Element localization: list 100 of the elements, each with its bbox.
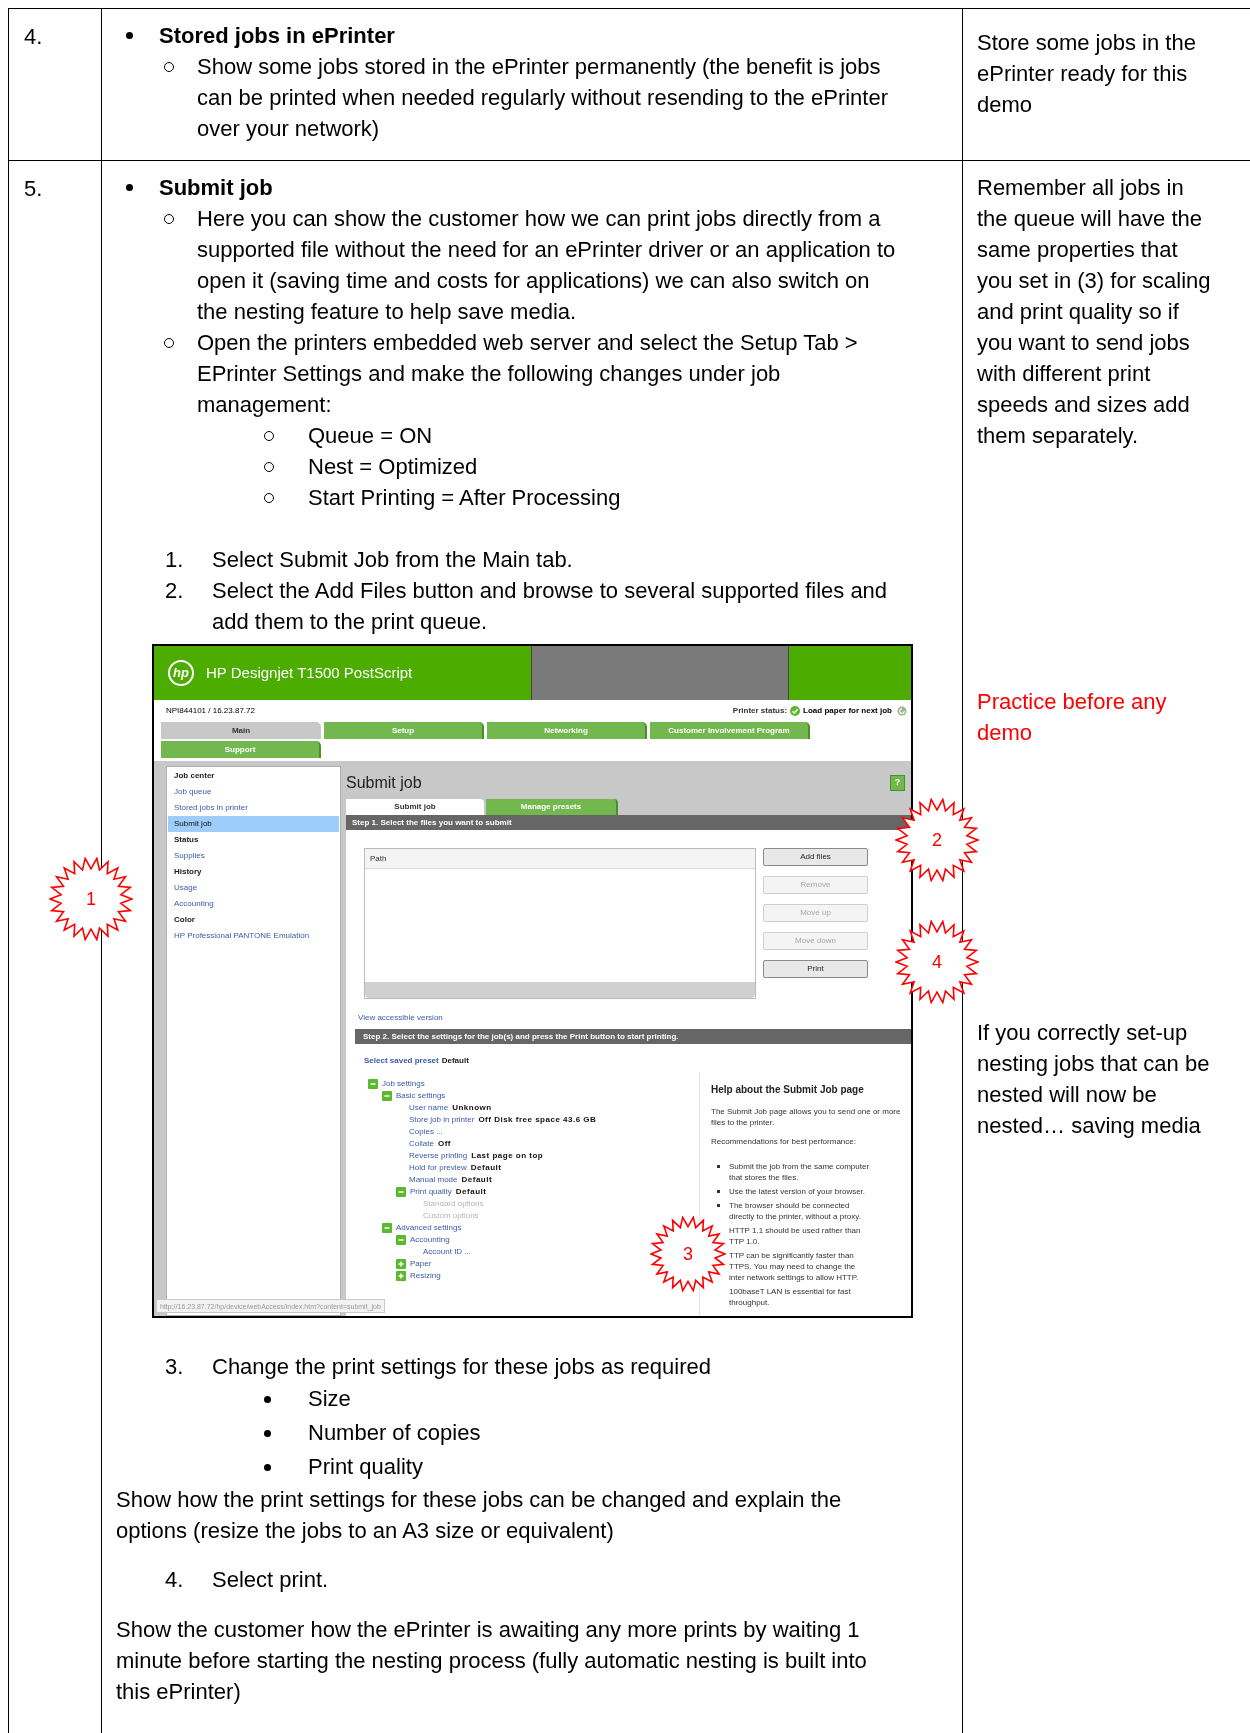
bullet-text: Queue = ON — [308, 422, 433, 450]
bullet-icon — [264, 1464, 271, 1471]
paragraph: Show the customer how the ePrinter is awaiting any more prints by waiting 1 minute before starting the nesting process (fully automatic nesting is built into this ePrinter) — [115, 1616, 868, 1706]
expand-icon[interactable] — [396, 1271, 406, 1281]
setting-link: Standard options — [423, 1198, 484, 1210]
bullet-text: Size — [308, 1385, 351, 1413]
paragraph: Show how the print settings for these jobs can be changed and explain the options (resize the jobs to an A3 size or equivalent) — [115, 1486, 843, 1545]
row-number: 4. — [24, 23, 44, 51]
bullet-icon — [126, 184, 133, 191]
bullet-text: Nest = Optimized — [308, 453, 478, 481]
step-bar: Step 2. Select the settings for the job(s) and press the Print button to start printing. — [355, 1029, 911, 1044]
sidebar-heading: Status — [173, 834, 200, 846]
collapse-icon[interactable] — [396, 1235, 406, 1245]
setting-link: Custom options — [423, 1210, 479, 1222]
step-text: Select print. — [212, 1566, 329, 1594]
bullet-icon — [264, 1430, 271, 1437]
bullet-text: Show some jobs stored in the ePrinter permanently (the benefit is jobs can be printed when needed regularly without resending to the ePrinter over your network) — [197, 53, 889, 143]
callout-starburst: 3 — [650, 1216, 726, 1292]
scrollbar[interactable] — [365, 982, 755, 998]
status-label: Printer status: — [732, 705, 788, 717]
setting-value: Default — [455, 1186, 487, 1198]
section-heading: Stored jobs in ePrinter — [159, 22, 395, 50]
step-bar: Step 1. Select the files you want to submit — [346, 815, 911, 830]
help-bullet-text: The browser should be connected directly to the printer, without a proxy. — [729, 1200, 861, 1222]
expand-icon[interactable] — [396, 1259, 406, 1269]
collapse-icon[interactable] — [382, 1091, 392, 1101]
setting-link[interactable]: Accounting — [410, 1234, 450, 1246]
help-bullet-text: 100baseT LAN is essential for fast throughput. — [729, 1286, 851, 1308]
setting-link[interactable]: Reverse printing — [409, 1150, 468, 1162]
setting-value: Off Disk free space 43.6 GB — [478, 1114, 597, 1126]
bullet-text: Print quality — [308, 1453, 423, 1481]
setting-link[interactable]: Copies ... — [409, 1126, 443, 1138]
action-button[interactable]: Print — [763, 960, 868, 978]
note-text: If you correctly set-up nesting jobs that can be nested will now be nested… saving media — [977, 1019, 1211, 1140]
step-number: 3. — [165, 1353, 185, 1381]
setting-link[interactable]: Account ID ... — [423, 1246, 472, 1258]
sidebar-link[interactable]: HP Professional PANTONE Emulation — [168, 928, 339, 944]
callout-starburst: 4 — [895, 920, 979, 1004]
file-list[interactable]: Path — [364, 848, 756, 999]
preset-link[interactable]: Select saved preset — [364, 1055, 439, 1067]
step-text: Select Submit Job from the Main tab. — [212, 546, 573, 574]
setting-link[interactable]: Collate — [409, 1138, 434, 1150]
setting-link[interactable]: Resizing — [410, 1270, 441, 1282]
page-title: Submit job — [346, 772, 422, 793]
refresh-icon — [897, 706, 907, 716]
accessible-version-link[interactable]: View accessible version — [358, 1013, 443, 1023]
help-bullet-text: HTTP 1.1 should be used rather than TTP 1.0. — [729, 1225, 861, 1247]
row-number: 5. — [24, 175, 44, 203]
collapse-icon[interactable] — [396, 1187, 406, 1197]
help-text: The Submit Job page allows you to send one or more files to the printer. — [711, 1106, 902, 1128]
action-button[interactable]: Add files — [763, 848, 868, 866]
setting-link[interactable]: Basic settings — [396, 1090, 446, 1102]
step-number: 2. — [165, 577, 185, 605]
setting-value: Off — [437, 1138, 451, 1150]
step-text: Select the Add Files button and browse to several supported files and add them to the print queue. — [212, 577, 889, 636]
bullet-text: Number of copies — [308, 1419, 481, 1447]
sidebar-heading: History — [173, 866, 203, 878]
help-bullet-text: Submit the job from the same computer that stores the files. — [729, 1161, 870, 1183]
bullet-text: Open the printers embedded web server and select the Setup Tab > EPrinter Settings and make the following changes under job management: — [197, 329, 859, 419]
setting-link[interactable]: Hold for preview — [409, 1162, 467, 1174]
collapse-icon[interactable] — [382, 1223, 392, 1233]
check-icon — [790, 706, 801, 716]
device-address: NPI844101 / 16.23.87.72 — [166, 705, 255, 717]
setting-value: Default — [461, 1174, 493, 1186]
sidebar-link[interactable]: Job queue — [168, 784, 339, 800]
bullet-text: Start Printing = After Processing — [308, 484, 621, 512]
step-number: 1. — [165, 546, 185, 574]
callout-starburst: 1 — [49, 857, 133, 941]
bullet-text: Here you can show the customer how we can print jobs directly from a supported file without the need for an ePrinter driver or an application to open it (saving time and costs for applications) we can also switch on the nesting feature to help save media. — [197, 205, 897, 326]
preset-value: Default — [441, 1055, 469, 1067]
sidebar-link[interactable]: Stored jobs in printer — [168, 800, 339, 816]
help-text: Recommendations for best performance: — [711, 1136, 857, 1147]
logo: hp — [168, 660, 194, 686]
collapse-icon[interactable] — [368, 1079, 378, 1089]
note-text: Store some jobs in the ePrinter ready for this demo — [977, 29, 1197, 119]
setting-link[interactable]: User name — [409, 1102, 449, 1114]
callout-starburst: 2 — [895, 798, 979, 882]
sidebar-link[interactable]: Usage — [168, 880, 339, 896]
sidebar-heading: Job center — [173, 770, 216, 782]
sub-tab[interactable]: Submit job — [346, 799, 484, 815]
note-text: Practice before any demo — [977, 688, 1168, 747]
sidebar-link[interactable]: Supplies — [168, 848, 339, 864]
setting-value: Default — [470, 1162, 502, 1174]
nav-tab[interactable]: Main — [161, 722, 321, 739]
setting-link[interactable]: Advanced settings — [396, 1222, 462, 1234]
setting-link[interactable]: Manual mode — [409, 1174, 458, 1186]
setting-link[interactable]: Paper — [410, 1258, 432, 1270]
bullet-icon — [126, 32, 133, 39]
sidebar-link[interactable]: Accounting — [168, 896, 339, 912]
help-title: Help about the Submit Job page — [711, 1083, 865, 1097]
header-title: HP Designjet T1500 PostScript — [206, 662, 413, 683]
section-heading: Submit job — [159, 174, 273, 202]
setting-link[interactable]: Print quality — [410, 1186, 452, 1198]
sidebar-link[interactable]: Submit job — [168, 816, 339, 832]
help-bullet-text: Use the latest version of your browser. — [729, 1186, 866, 1197]
setting-value: Unknown — [452, 1102, 492, 1114]
setting-link[interactable]: Store job in printer — [409, 1114, 475, 1126]
setting-link[interactable]: Job settings — [382, 1078, 425, 1090]
step-text: Change the print settings for these jobs as required — [212, 1353, 711, 1381]
column-header: Path — [365, 849, 755, 869]
